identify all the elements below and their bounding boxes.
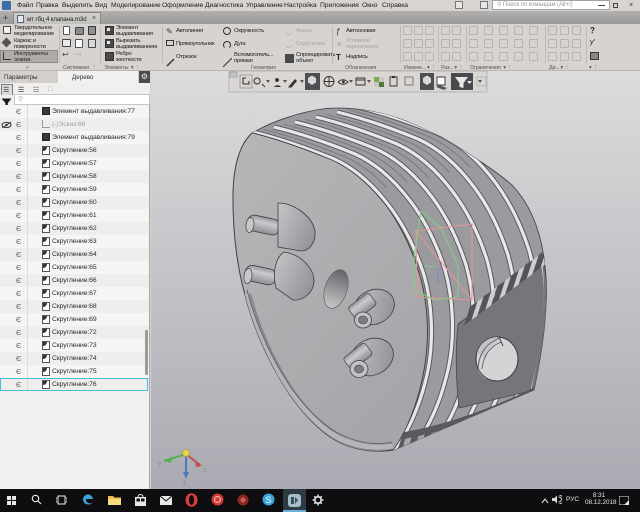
svg-text:Z: Z	[183, 481, 186, 487]
svg-text:S: S	[265, 495, 271, 505]
